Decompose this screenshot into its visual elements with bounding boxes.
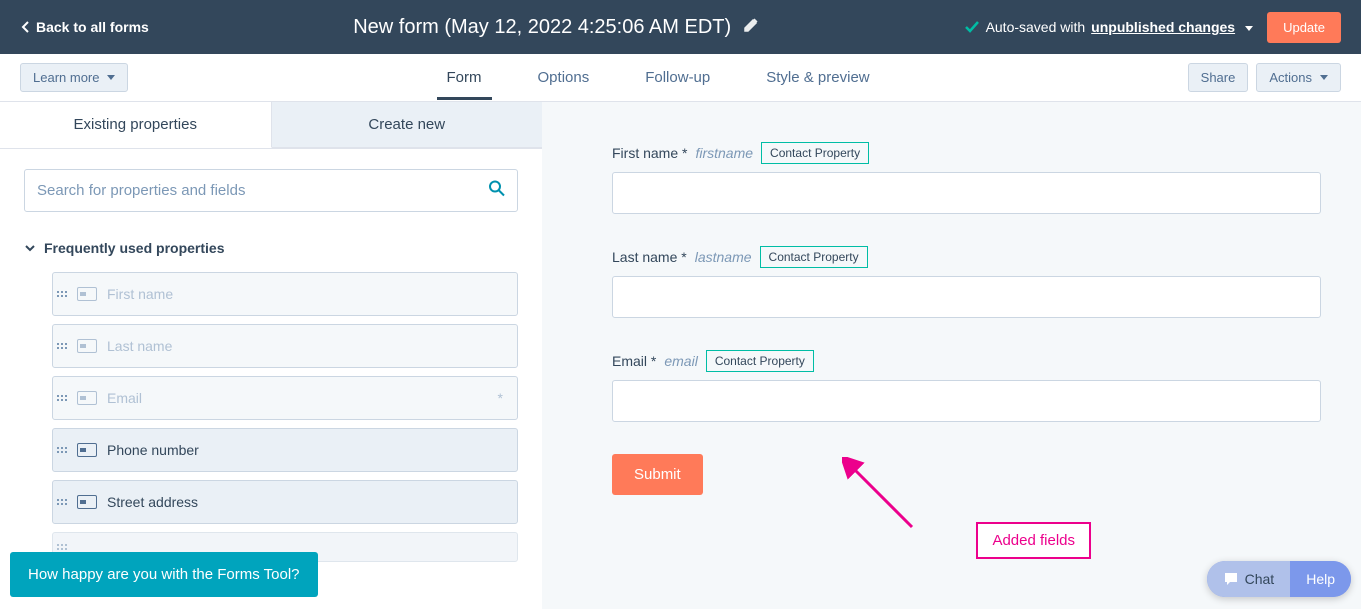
drag-handle-icon [57, 395, 67, 401]
back-label: Back to all forms [36, 19, 149, 35]
chat-label: Chat [1245, 571, 1275, 587]
property-type-badge: Contact Property [761, 142, 869, 164]
form-field-email[interactable]: Email * email Contact Property [612, 350, 1321, 422]
property-label: First name [107, 286, 509, 302]
property-type-badge: Contact Property [706, 350, 814, 372]
property-item-phone[interactable]: Phone number [52, 428, 518, 472]
check-icon [964, 19, 980, 35]
text-field-icon [77, 339, 97, 353]
annotation-label: Added fields [976, 522, 1091, 559]
chat-icon [1223, 571, 1239, 587]
field-label: Email * [612, 353, 656, 369]
group-header-frequent[interactable]: Frequently used properties [24, 240, 518, 256]
field-internal-name: lastname [695, 249, 752, 265]
field-label-row: First name * firstname Contact Property [612, 142, 1321, 164]
form-canvas: First name * firstname Contact Property … [542, 102, 1361, 609]
tab-options[interactable]: Options [538, 56, 590, 99]
chat-button[interactable]: Chat [1207, 561, 1291, 597]
form-title: New form (May 12, 2022 4:25:06 AM EDT) [353, 16, 731, 39]
property-label: Email [107, 390, 498, 406]
group-header-label: Frequently used properties [44, 240, 224, 256]
property-item-street[interactable]: Street address [52, 480, 518, 524]
caret-down-icon [1241, 19, 1253, 35]
main-tabs: Form Options Follow-up Style & preview [128, 56, 1187, 99]
back-to-forms-link[interactable]: Back to all forms [20, 19, 149, 35]
property-type-badge: Contact Property [760, 246, 868, 268]
first-name-input[interactable] [612, 172, 1321, 214]
field-label-row: Last name * lastname Contact Property [612, 246, 1321, 268]
property-item-first-name[interactable]: First name [52, 272, 518, 316]
edit-title-button[interactable] [743, 17, 759, 38]
autosave-status[interactable]: Auto-saved with unpublished changes [964, 19, 1254, 35]
top-bar: Back to all forms New form (May 12, 2022… [0, 0, 1361, 54]
drag-handle-icon [57, 499, 67, 505]
text-field-icon [77, 495, 97, 509]
field-label: First name * [612, 145, 687, 161]
text-field-icon [77, 443, 97, 457]
search-wrap [24, 169, 518, 212]
search-input[interactable] [24, 169, 518, 212]
tab-follow-up[interactable]: Follow-up [645, 56, 710, 99]
form-field-last-name[interactable]: Last name * lastname Contact Property [612, 246, 1321, 318]
form-field-first-name[interactable]: First name * firstname Contact Property [612, 142, 1321, 214]
search-icon[interactable] [488, 179, 506, 202]
field-label: Last name * [612, 249, 687, 265]
properties-panel: Existing properties Create new Frequentl… [0, 102, 542, 609]
required-asterisk: * [498, 390, 503, 406]
topbar-center: New form (May 12, 2022 4:25:06 AM EDT) [149, 16, 964, 39]
property-item-last-name[interactable]: Last name [52, 324, 518, 368]
chevron-left-icon [20, 20, 30, 34]
share-button[interactable]: Share [1188, 63, 1249, 92]
chevron-down-icon [24, 242, 36, 254]
drag-handle-icon [57, 291, 67, 297]
update-button[interactable]: Update [1267, 12, 1341, 43]
autosave-prefix: Auto-saved with [986, 19, 1086, 35]
learn-more-button[interactable]: Learn more [20, 63, 128, 92]
help-button[interactable]: Help [1290, 561, 1351, 597]
text-field-icon [77, 287, 97, 301]
submit-button[interactable]: Submit [612, 454, 703, 495]
text-field-icon [77, 391, 97, 405]
pencil-icon [743, 17, 759, 33]
secondbar-right: Share Actions [1188, 63, 1341, 92]
property-label: Last name [107, 338, 509, 354]
second-bar: Learn more Form Options Follow-up Style … [0, 54, 1361, 102]
main-area: Existing properties Create new Frequentl… [0, 102, 1361, 609]
annotation-arrow-icon [842, 457, 922, 537]
drag-handle-icon [57, 447, 67, 453]
tab-form[interactable]: Form [447, 56, 482, 99]
tab-style-preview[interactable]: Style & preview [766, 56, 869, 99]
help-widget: Chat Help [1207, 561, 1351, 597]
tab-existing-properties[interactable]: Existing properties [0, 102, 272, 148]
autosave-link[interactable]: unpublished changes [1091, 19, 1235, 35]
drag-handle-icon [57, 343, 67, 349]
email-input[interactable] [612, 380, 1321, 422]
drag-handle-icon [57, 544, 67, 550]
property-item-email[interactable]: Email * [52, 376, 518, 420]
topbar-right: Auto-saved with unpublished changes Upda… [964, 12, 1341, 43]
properties-body: Frequently used properties First name La… [0, 149, 542, 609]
last-name-input[interactable] [612, 276, 1321, 318]
field-internal-name: email [664, 353, 697, 369]
property-label: Phone number [107, 442, 509, 458]
property-tabs: Existing properties Create new [0, 102, 542, 149]
survey-prompt[interactable]: How happy are you with the Forms Tool? [10, 552, 318, 597]
property-label: Street address [107, 494, 509, 510]
tab-create-new[interactable]: Create new [272, 102, 543, 148]
actions-button[interactable]: Actions [1256, 63, 1341, 92]
field-label-row: Email * email Contact Property [612, 350, 1321, 372]
field-internal-name: firstname [695, 145, 753, 161]
